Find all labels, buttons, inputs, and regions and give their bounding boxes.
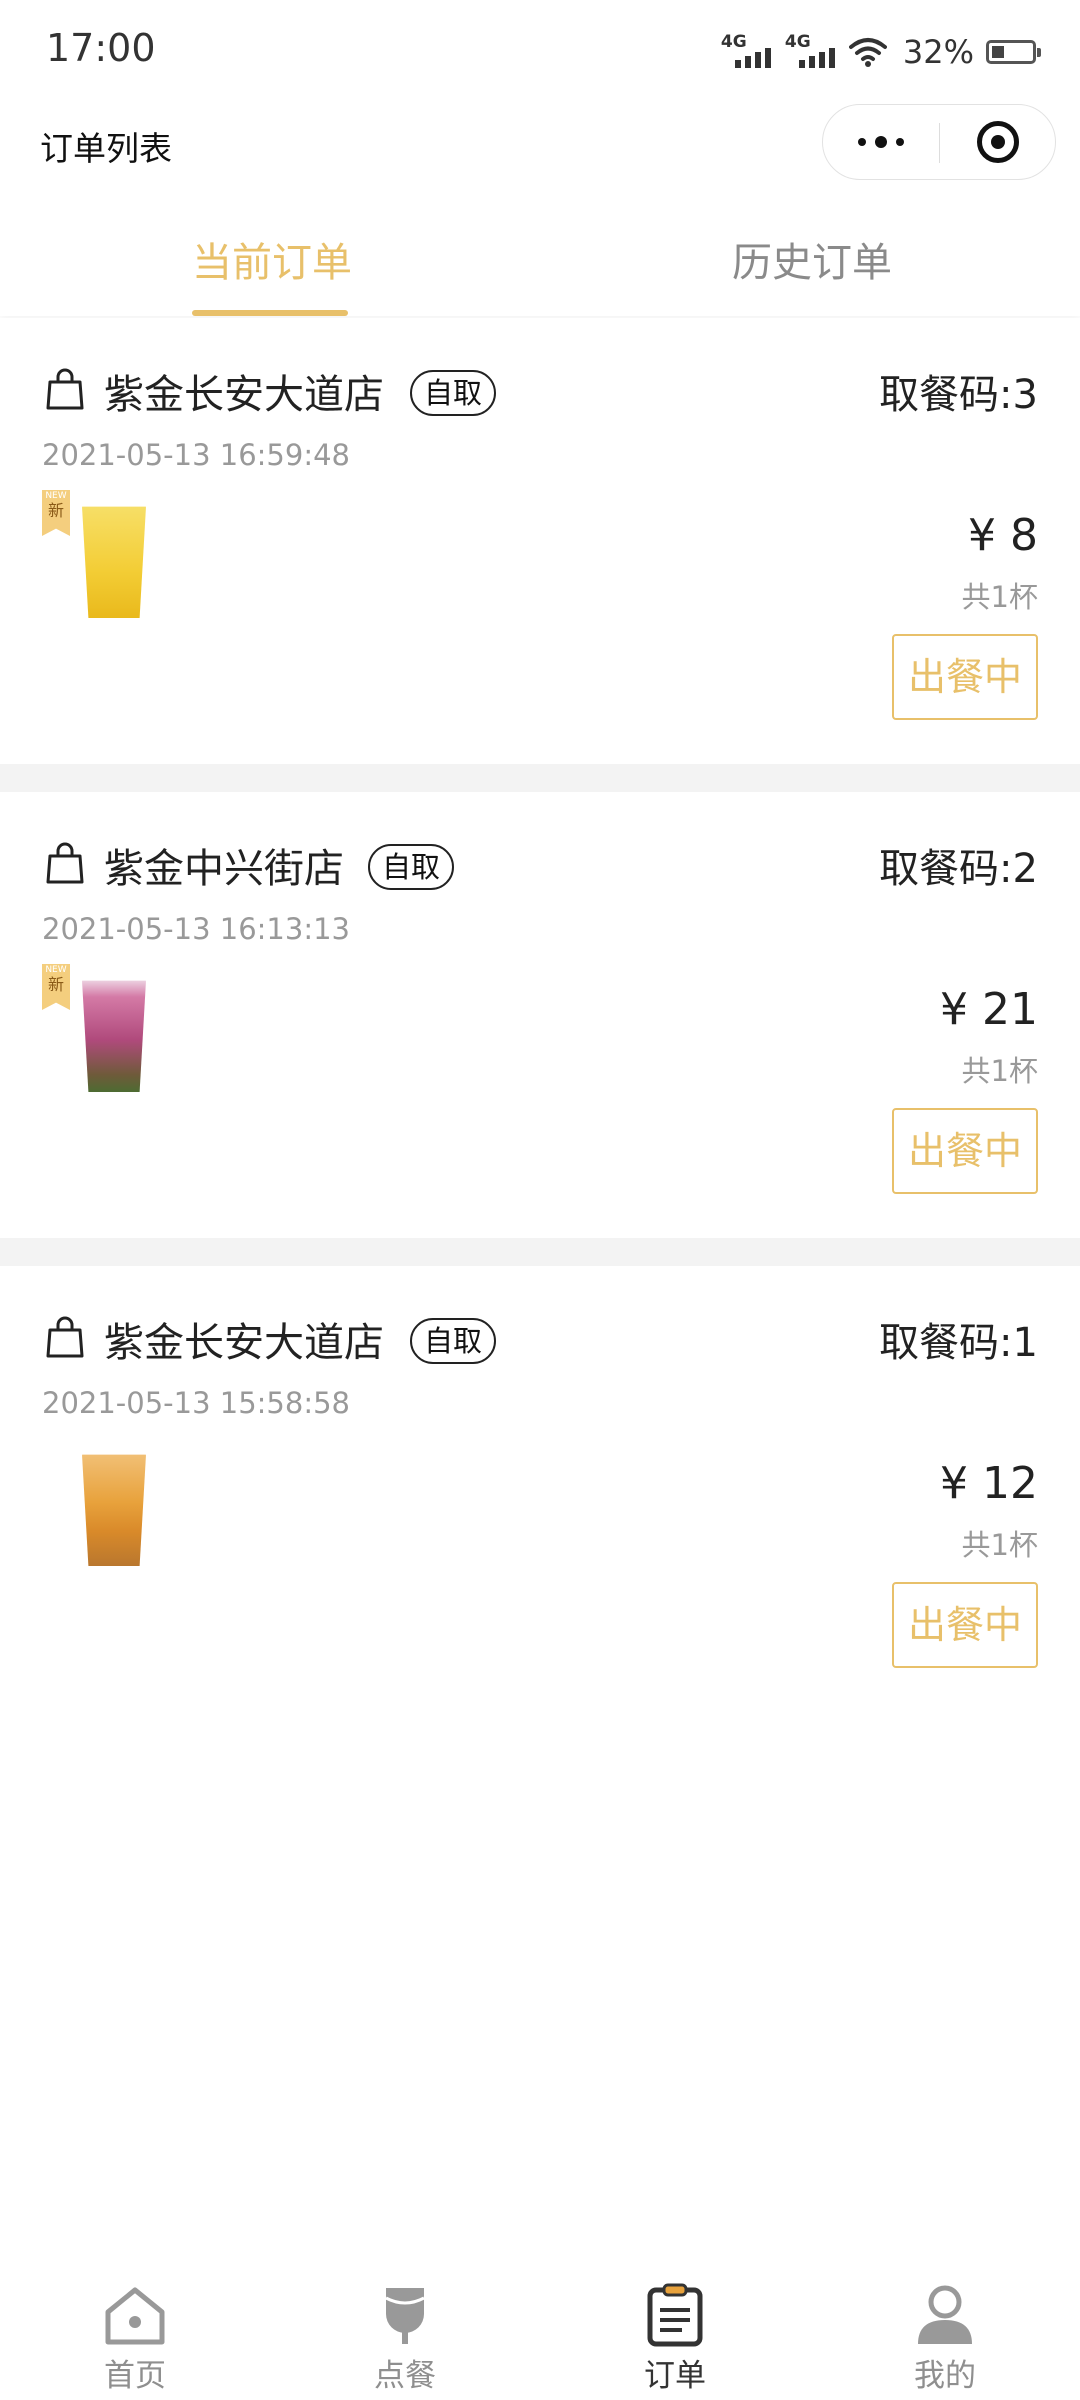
- close-mini-program-button[interactable]: [940, 105, 1056, 179]
- pickup-badge: 自取: [410, 370, 497, 416]
- tabbar-item-home[interactable]: 首页: [0, 2260, 270, 2400]
- drink-thumbnail: NEW 新: [42, 964, 162, 1100]
- order-price: ¥ 21: [940, 984, 1038, 1035]
- tabbar-label: 首页: [104, 2358, 166, 2394]
- profile-icon: [918, 2285, 972, 2344]
- more-menu-button[interactable]: [823, 105, 939, 179]
- battery-icon: [986, 40, 1041, 64]
- bottom-tab-bar: 首页 点餐 订单 我的: [0, 2260, 1080, 2400]
- drink-thumbnail: [42, 1438, 162, 1574]
- order-status-button[interactable]: 出餐中: [892, 1582, 1038, 1668]
- tabbar-label: 我的: [914, 2358, 976, 2394]
- pickup-code: 取餐码:2: [879, 846, 1038, 892]
- order-card[interactable]: 紫金长安大道店 自取 取餐码:3 2021-05-13 16:59:48 NEW…: [0, 318, 1080, 764]
- order-time: 2021-05-13 16:59:48: [42, 438, 350, 472]
- target-icon: [977, 121, 1019, 163]
- drink-thumbnail: NEW 新: [42, 490, 162, 626]
- tab-current-orders[interactable]: 当前订单: [192, 230, 352, 288]
- battery-percent: 32%: [902, 33, 974, 71]
- card-divider: [0, 1238, 1080, 1266]
- page-title: 订单列表: [40, 129, 172, 168]
- signal-icon: 4G: [785, 32, 837, 72]
- new-tag: NEW 新: [42, 490, 70, 536]
- order-price: ¥ 12: [940, 1458, 1038, 1509]
- tabbar-label: 订单: [644, 2358, 706, 2394]
- tabbar-item-order-menu[interactable]: 点餐: [270, 2260, 540, 2400]
- drink-cup-image: [82, 506, 146, 618]
- nav-bar: 订单列表: [0, 100, 1080, 190]
- more-dot-icon: [875, 136, 887, 148]
- drink-cup-image: [82, 980, 146, 1092]
- tab-active-indicator: [192, 310, 348, 316]
- shopping-bag-icon: [46, 1316, 84, 1358]
- status-bar: 17:00 4G 4G 32%: [0, 0, 1080, 100]
- status-indicators: 4G 4G 32%: [721, 30, 1041, 74]
- order-price: ¥ 8: [968, 510, 1038, 561]
- shopping-bag-icon: [46, 842, 84, 884]
- store-name: 紫金长安大道店: [104, 1320, 384, 1366]
- order-card[interactable]: 紫金长安大道店 自取 取餐码:1 2021-05-13 15:58:58 ¥ 1…: [0, 1266, 1080, 1712]
- order-count: 共1杯: [961, 1054, 1038, 1088]
- tabbar-item-orders[interactable]: 订单: [540, 2260, 810, 2400]
- drink-icon: [385, 2288, 425, 2344]
- card-divider: [0, 764, 1080, 792]
- more-dot-icon: [896, 138, 904, 146]
- order-time: 2021-05-13 15:58:58: [42, 1386, 350, 1420]
- order-time: 2021-05-13 16:13:13: [42, 912, 350, 946]
- order-icon: [647, 2283, 703, 2347]
- signal-icon: 4G: [721, 32, 773, 72]
- order-list: 紫金长安大道店 自取 取餐码:3 2021-05-13 16:59:48 NEW…: [0, 318, 1080, 1712]
- tab-history-orders[interactable]: 历史订单: [732, 230, 892, 288]
- tabbar-item-profile[interactable]: 我的: [810, 2260, 1080, 2400]
- more-dot-icon: [858, 138, 866, 146]
- order-status-button[interactable]: 出餐中: [892, 634, 1038, 720]
- order-count: 共1杯: [961, 580, 1038, 614]
- pickup-code: 取餐码:3: [879, 372, 1038, 418]
- order-card[interactable]: 紫金中兴街店 自取 取餐码:2 2021-05-13 16:13:13 NEW 新…: [0, 792, 1080, 1238]
- home-icon: [105, 2287, 165, 2345]
- status-time: 17:00: [46, 26, 156, 70]
- tabbar-label: 点餐: [374, 2358, 436, 2394]
- store-name: 紫金中兴街店: [104, 846, 344, 892]
- order-tabs: 当前订单 历史订单: [0, 200, 1080, 316]
- mini-program-capsule: [822, 104, 1056, 180]
- store-name: 紫金长安大道店: [104, 372, 384, 418]
- new-tag: NEW 新: [42, 964, 70, 1010]
- wifi-icon: [848, 36, 887, 68]
- order-status-button[interactable]: 出餐中: [892, 1108, 1038, 1194]
- order-count: 共1杯: [961, 1528, 1038, 1562]
- pickup-badge: 自取: [410, 1318, 497, 1364]
- pickup-code: 取餐码:1: [879, 1320, 1038, 1366]
- drink-cup-image: [82, 1454, 146, 1566]
- shopping-bag-icon: [46, 368, 84, 410]
- pickup-badge: 自取: [368, 844, 455, 890]
